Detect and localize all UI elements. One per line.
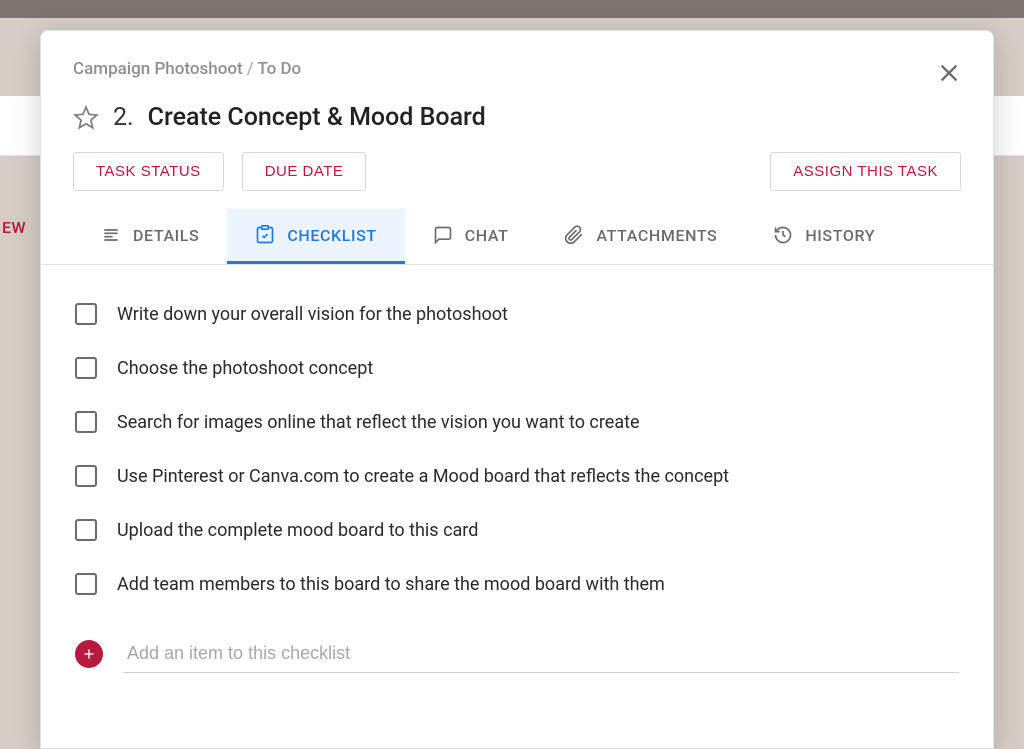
chat-icon (433, 225, 453, 245)
checklist-item-label: Add team members to this board to share … (117, 574, 665, 595)
breadcrumb[interactable]: Campaign Photoshoot / To Do (73, 59, 961, 79)
checklist-item-label: Search for images online that reflect th… (117, 412, 640, 433)
checklist-panel: Write down your overall vision for the p… (41, 265, 993, 748)
checkbox[interactable] (75, 573, 97, 595)
tab-history[interactable]: HISTORY (745, 209, 903, 264)
tab-details[interactable]: DETAILS (73, 209, 227, 264)
tab-chat-label: CHAT (465, 226, 509, 245)
tab-attachments-label: ATTACHMENTS (596, 226, 717, 245)
close-button[interactable] (935, 59, 963, 87)
history-icon (773, 225, 793, 245)
checkbox[interactable] (75, 411, 97, 433)
add-item-row (71, 611, 963, 681)
checklist-item[interactable]: Use Pinterest or Canva.com to create a M… (71, 449, 963, 503)
checklist-item[interactable]: Upload the complete mood board to this c… (71, 503, 963, 557)
task-status-button[interactable]: TASK STATUS (73, 152, 224, 191)
breadcrumb-state: To Do (257, 59, 301, 79)
paperclip-icon (564, 225, 584, 245)
checklist-item[interactable]: Add team members to this board to share … (71, 557, 963, 611)
breadcrumb-separator: / (247, 59, 254, 79)
close-icon (935, 59, 963, 87)
checklist-item[interactable]: Write down your overall vision for the p… (71, 287, 963, 341)
checklist-item[interactable]: Search for images online that reflect th… (71, 395, 963, 449)
checklist-item-label: Write down your overall vision for the p… (117, 304, 508, 325)
tab-checklist[interactable]: CHECKLIST (227, 209, 404, 264)
breadcrumb-parent: Campaign Photoshoot (73, 59, 243, 79)
add-item-button[interactable] (75, 640, 103, 668)
action-row: TASK STATUS DUE DATE ASSIGN THIS TASK (73, 152, 961, 191)
plus-icon (81, 646, 97, 662)
task-modal: Campaign Photoshoot / To Do 2. Create Co… (40, 30, 994, 749)
modal-header: Campaign Photoshoot / To Do 2. Create Co… (41, 31, 993, 209)
tab-chat[interactable]: CHAT (405, 209, 537, 264)
background-partial-label: EW (2, 218, 26, 237)
checkbox[interactable] (75, 357, 97, 379)
star-icon[interactable] (73, 105, 99, 131)
assign-task-button[interactable]: ASSIGN THIS TASK (770, 152, 961, 191)
tab-details-label: DETAILS (133, 226, 199, 245)
app-titlebar (0, 0, 1024, 18)
checklist-icon (255, 225, 275, 245)
task-title[interactable]: Create Concept & Mood Board (148, 103, 486, 132)
tab-checklist-label: CHECKLIST (287, 226, 376, 245)
checkbox[interactable] (75, 465, 97, 487)
checkbox[interactable] (75, 303, 97, 325)
list-icon (101, 225, 121, 245)
checklist-item[interactable]: Choose the photoshoot concept (71, 341, 963, 395)
checklist-item-label: Upload the complete mood board to this c… (117, 520, 478, 541)
due-date-button[interactable]: DUE DATE (242, 152, 367, 191)
tab-history-label: HISTORY (805, 226, 875, 245)
checklist-item-label: Choose the photoshoot concept (117, 358, 373, 379)
task-number: 2. (113, 103, 134, 132)
checklist-item-label: Use Pinterest or Canva.com to create a M… (117, 466, 729, 487)
add-item-input[interactable] (123, 635, 959, 673)
checkbox[interactable] (75, 519, 97, 541)
tabs: DETAILS CHECKLIST CHAT ATTACHMENTS HISTO (41, 209, 993, 265)
tab-attachments[interactable]: ATTACHMENTS (536, 209, 745, 264)
title-row: 2. Create Concept & Mood Board (73, 103, 961, 132)
